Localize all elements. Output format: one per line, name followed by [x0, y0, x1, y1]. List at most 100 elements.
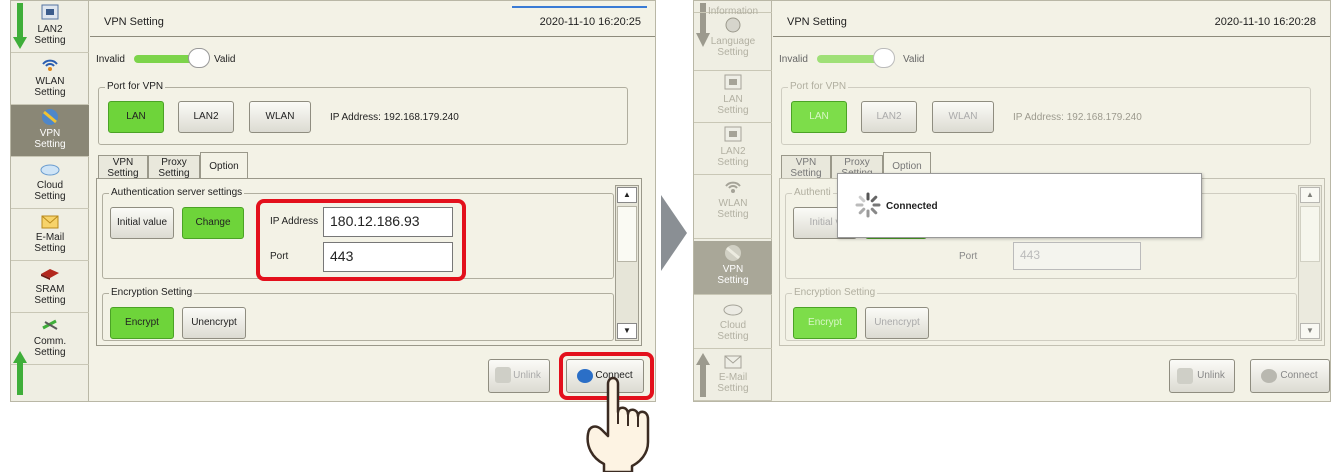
unlink-icon	[1177, 368, 1193, 384]
tab-option[interactable]: Option	[200, 152, 248, 179]
highlight-frame	[256, 199, 466, 281]
connecting-dialog: Connected	[837, 173, 1202, 238]
port-wlan-button[interactable]: WLAN	[932, 101, 994, 133]
sidebar-item-label: LAN Setting	[717, 94, 749, 116]
scroll-thumb[interactable]	[1300, 206, 1320, 262]
page-title: VPN Setting	[104, 16, 164, 28]
change-button[interactable]: Change	[182, 207, 244, 239]
toggle-invalid-label: Invalid	[779, 54, 808, 65]
ip-address-display: IP Address: 192.168.179.240	[1013, 112, 1142, 123]
lan-icon	[41, 4, 59, 20]
pointing-hand-icon	[586, 376, 650, 472]
panel-scrollbar[interactable]: ▲ ▼	[615, 185, 639, 341]
sidebar-item-label: Language Setting	[710, 36, 756, 58]
encryption-setting-group: Encryption Setting	[785, 287, 1297, 341]
dialog-message: Connected	[886, 201, 938, 212]
sidebar-item-label: WLAN Setting	[34, 76, 66, 98]
sidebar-item-vpn[interactable]: VPN Setting	[11, 105, 89, 157]
group-label: Authentication server settings	[109, 187, 245, 198]
sidebar-item-label: VPN Setting	[34, 128, 66, 150]
wlan-icon	[725, 181, 741, 193]
panel-scrollbar[interactable]: ▲ ▼	[1298, 185, 1322, 341]
header-bar: VPN Setting 2020-11-10 16:20:28	[773, 1, 1330, 37]
language-icon	[725, 17, 741, 33]
sidebar-item-wlan[interactable]: WLAN Setting	[11, 53, 89, 105]
encrypt-button[interactable]: Encrypt	[793, 307, 857, 339]
sidebar-item-lan[interactable]: LAN Setting	[694, 71, 772, 123]
port-label: Port	[959, 251, 978, 262]
lan-icon	[724, 126, 742, 142]
port-field[interactable]: 443	[1013, 242, 1141, 270]
tab-proxy-setting[interactable]: Proxy Setting	[148, 155, 200, 179]
unencrypt-button[interactable]: Unencrypt	[182, 307, 246, 339]
sidebar-item-email[interactable]: E-Mail Setting	[11, 209, 89, 261]
port-lan2-button[interactable]: LAN2	[861, 101, 917, 133]
main-content: Invalid Valid Port for VPN LAN LAN2 WLAN…	[90, 37, 655, 401]
sidebar-item-label: Comm. Setting	[33, 336, 67, 358]
tab-vpn-setting[interactable]: VPN Setting	[781, 155, 831, 179]
tab-vpn-setting[interactable]: VPN Setting	[98, 155, 148, 179]
unlink-label: Unlink	[513, 370, 541, 381]
clock-display: 2020-11-10 16:20:28	[1214, 16, 1316, 28]
port-wlan-button[interactable]: WLAN	[249, 101, 311, 133]
sidebar-item-cloud[interactable]: Cloud Setting	[11, 157, 89, 209]
connect-icon	[1261, 369, 1277, 383]
sidebar-item-lan2[interactable]: LAN2 Setting	[11, 1, 89, 53]
sidebar-item-label: VPN Setting	[717, 264, 749, 286]
group-label: Encryption Setting	[109, 287, 195, 298]
loading-spinner-icon	[855, 192, 881, 218]
sidebar-item-label: Cloud Setting	[717, 320, 749, 342]
unlink-button[interactable]: Unlink	[1169, 359, 1235, 393]
scroll-down-button[interactable]: ▼	[1300, 323, 1320, 339]
clock-display: 2020-11-10 16:20:25	[539, 16, 641, 28]
scroll-thumb[interactable]	[617, 206, 637, 262]
sidebar-item-language[interactable]: Language Setting	[694, 13, 772, 71]
cloud-icon	[40, 164, 60, 176]
sram-icon	[41, 269, 59, 280]
sidebar-item-label: LAN2 Setting	[717, 146, 749, 168]
toggle-invalid-label: Invalid	[96, 54, 125, 65]
scroll-up-button[interactable]: ▲	[617, 187, 637, 203]
group-label: Port for VPN	[788, 81, 849, 92]
sidebar-item-vpn[interactable]: VPN Setting	[694, 241, 772, 295]
sidebar-item-sram[interactable]: SRAM Setting	[11, 261, 89, 313]
toggle-knob[interactable]	[188, 48, 210, 68]
sidebar-item-label: E-Mail Setting	[34, 232, 66, 254]
initial-value-button[interactable]: Initial value	[110, 207, 174, 239]
sidebar-item-label: Cloud Setting	[34, 180, 66, 202]
encrypt-button[interactable]: Encrypt	[110, 307, 174, 339]
unencrypt-button[interactable]: Unencrypt	[865, 307, 929, 339]
unlink-label: Unlink	[1197, 370, 1225, 381]
sidebar-item-information[interactable]: Information	[694, 1, 772, 17]
scroll-up-button[interactable]: ▲	[1300, 187, 1320, 203]
port-lan-button[interactable]: LAN	[108, 101, 164, 133]
sidebar-item-label: WLAN Setting	[717, 198, 749, 220]
sidebar-item-cloud[interactable]: Cloud Setting	[694, 297, 772, 349]
group-label: Port for VPN	[105, 81, 166, 92]
group-label: Authenti	[792, 187, 833, 198]
sidebar-item-lan2[interactable]: LAN2 Setting	[694, 123, 772, 175]
ip-address-display: IP Address: 192.168.179.240	[330, 112, 459, 123]
connect-button[interactable]: Connect	[1250, 359, 1330, 393]
wlan-icon	[42, 59, 58, 71]
sidebar-item-label: E-Mail Setting	[717, 372, 749, 394]
lan-icon	[724, 74, 742, 90]
port-lan-button[interactable]: LAN	[791, 101, 847, 133]
scroll-down-arrow-icon[interactable]	[13, 351, 27, 397]
page-title: VPN Setting	[787, 16, 847, 28]
toggle-valid-label: Valid	[903, 54, 925, 65]
unlink-icon	[495, 367, 511, 383]
scroll-down-button[interactable]: ▼	[617, 323, 637, 339]
cloud-icon	[723, 304, 743, 316]
sidebar-item-label: LAN2 Setting	[34, 24, 66, 46]
header-bar: VPN Setting 2020-11-10 16:20:25	[90, 1, 655, 37]
scroll-up-arrow-icon[interactable]	[696, 353, 710, 399]
port-lan2-button[interactable]: LAN2	[178, 101, 234, 133]
sidebar-item-wlan[interactable]: WLAN Setting	[694, 175, 772, 239]
unlink-button[interactable]: Unlink	[488, 359, 550, 393]
vpn-screen-before: LAN2 Setting WLAN Setting VPN Setting Cl…	[10, 0, 656, 402]
toggle-knob[interactable]	[873, 48, 895, 68]
vpn-icon	[42, 109, 58, 125]
comm-icon	[42, 319, 58, 330]
group-label: Encryption Setting	[792, 287, 878, 298]
